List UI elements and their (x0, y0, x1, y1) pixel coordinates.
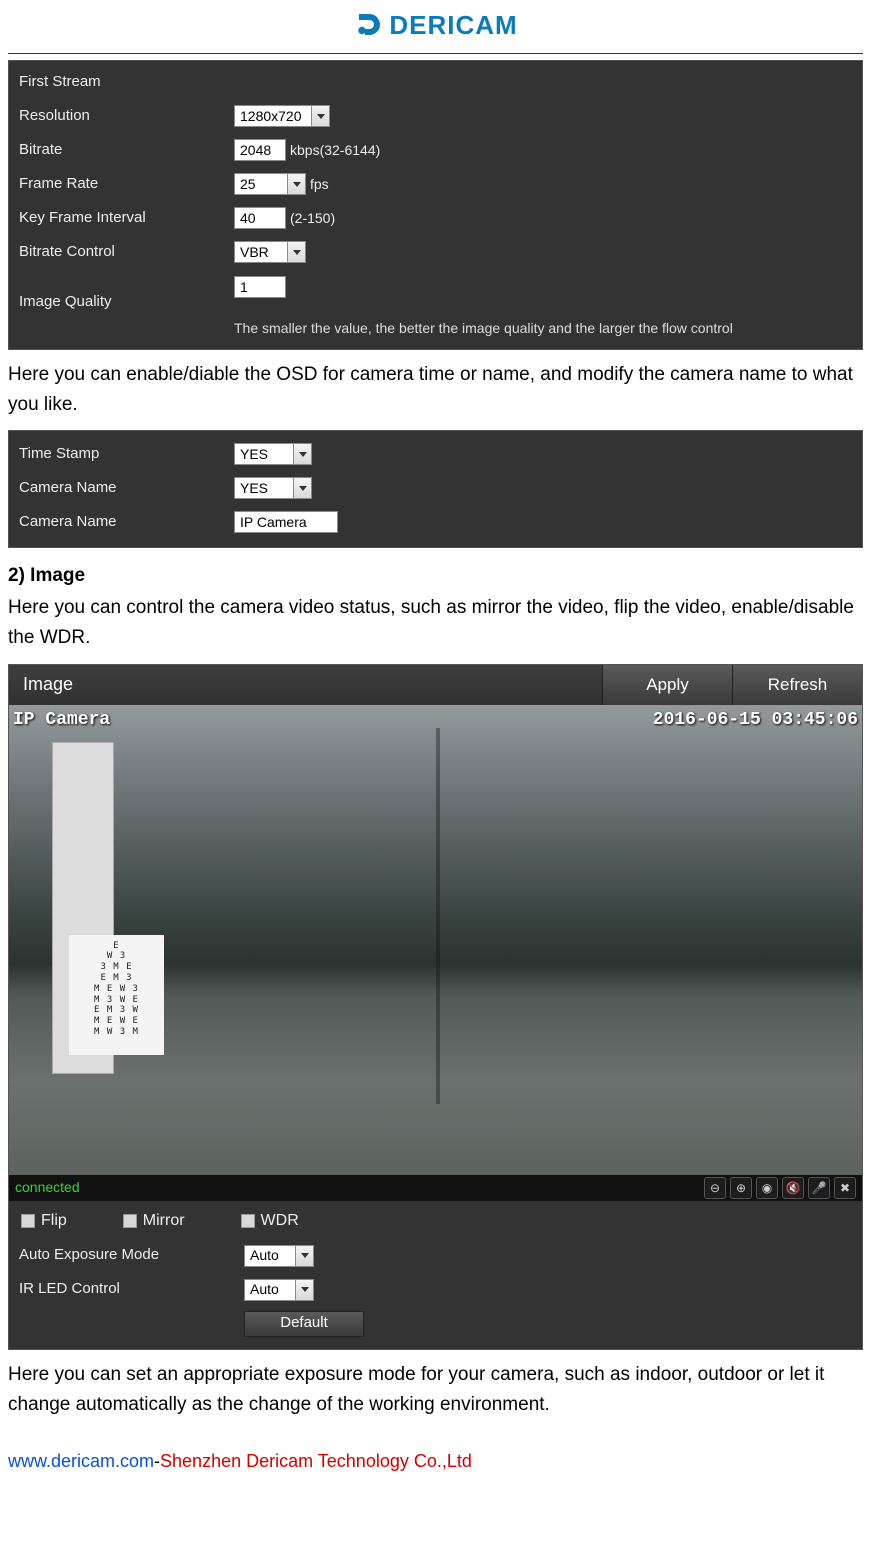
mic-mute-icon[interactable]: 🎤 (808, 1177, 830, 1199)
apply-button[interactable]: Apply (602, 665, 732, 705)
video-preview: E W 3 3 M E E M 3 M E W 3 M 3 W E E M 3 … (9, 705, 862, 1175)
label-ir-led: IR LED Control (19, 1278, 244, 1301)
label-bitrate: Bitrate (19, 139, 234, 162)
row-time-stamp: Time Stamp YES (9, 437, 862, 471)
bitrate-control-select[interactable]: VBR (234, 241, 306, 263)
row-default: Default (9, 1307, 862, 1341)
checkbox-icon (241, 1214, 255, 1228)
section-image-text: Here you can control the camera video st… (8, 593, 863, 654)
chevron-down-icon (287, 174, 305, 194)
settings-icon[interactable]: ✖ (834, 1177, 856, 1199)
key-frame-input[interactable]: 40 (234, 207, 286, 229)
osd-timestamp: 2016-06-15 03:45:06 (653, 707, 858, 734)
image-panel-header: Image Apply Refresh (9, 665, 862, 705)
frame-rate-select[interactable]: 25 (234, 173, 306, 195)
brand-logo: DERICAM (353, 6, 517, 45)
row-resolution: Resolution 1280x720 (9, 99, 862, 133)
label-camera-name-toggle: Camera Name (19, 477, 234, 500)
page-header: DERICAM (8, 0, 863, 54)
camera-name-input[interactable]: IP Camera (234, 511, 338, 533)
label-image-quality: Image Quality (19, 273, 234, 314)
chevron-down-icon (287, 242, 305, 262)
label-resolution: Resolution (19, 105, 234, 128)
checkbox-icon (123, 1214, 137, 1228)
chevron-down-icon (311, 106, 329, 126)
image-panel: Image Apply Refresh E W 3 3 M E E M 3 M … (8, 664, 863, 1350)
exposure-description: Here you can set an appropriate exposure… (8, 1360, 863, 1421)
image-panel-title: Image (23, 671, 73, 698)
label-camera-name-value: Camera Name (19, 511, 234, 534)
exposure-select[interactable]: Auto (244, 1245, 314, 1267)
frame-rate-suffix: fps (310, 174, 329, 195)
chevron-down-icon (293, 478, 311, 498)
row-exposure: Auto Exposure Mode Auto (9, 1239, 862, 1273)
first-stream-title: First Stream (9, 67, 862, 100)
label-frame-rate: Frame Rate (19, 173, 234, 196)
row-frame-rate: Frame Rate 25 fps (9, 167, 862, 201)
row-key-frame: Key Frame Interval 40 (2-150) (9, 201, 862, 235)
chevron-down-icon (293, 444, 311, 464)
wdr-checkbox[interactable]: WDR (241, 1209, 299, 1233)
logo-mark-icon (353, 11, 383, 41)
footer-link[interactable]: www.dericam.com (8, 1451, 154, 1471)
row-bitrate-control: Bitrate Control VBR (9, 235, 862, 269)
ir-led-select[interactable]: Auto (244, 1279, 314, 1301)
label-bitrate-control: Bitrate Control (19, 241, 234, 264)
resolution-select[interactable]: 1280x720 (234, 105, 330, 127)
osd-panel: Time Stamp YES Camera Name YES Camera Na… (8, 430, 863, 548)
refresh-button[interactable]: Refresh (732, 665, 862, 705)
connection-status: connected (15, 1177, 80, 1198)
footer-company: Shenzhen Dericam Technology Co.,Ltd (160, 1451, 472, 1471)
key-frame-suffix: (2-150) (290, 208, 335, 229)
record-icon[interactable]: ◉ (756, 1177, 778, 1199)
camera-name-toggle-select[interactable]: YES (234, 477, 312, 499)
page-footer: www.dericam.com-Shenzhen Dericam Technol… (8, 1448, 863, 1475)
row-ir-led: IR LED Control Auto (9, 1273, 862, 1307)
brand-name: DERICAM (389, 6, 517, 45)
row-camera-name-value: Camera Name IP Camera (9, 505, 862, 539)
osd-camera-name: IP Camera (13, 707, 110, 734)
mirror-checkbox[interactable]: Mirror (123, 1209, 185, 1233)
image-quality-input[interactable]: 1 (234, 276, 286, 298)
chevron-down-icon (295, 1246, 313, 1266)
default-button[interactable]: Default (244, 1311, 364, 1337)
first-stream-panel: First Stream Resolution 1280x720 Bitrate… (8, 60, 863, 350)
flip-checkbox[interactable]: Flip (21, 1209, 67, 1233)
zoom-in-icon[interactable]: ⊕ (730, 1177, 752, 1199)
image-checkbox-row: Flip Mirror WDR (9, 1201, 862, 1239)
time-stamp-select[interactable]: YES (234, 443, 312, 465)
zoom-out-icon[interactable]: ⊖ (704, 1177, 726, 1199)
osd-description: Here you can enable/diable the OSD for c… (8, 360, 863, 421)
chevron-down-icon (295, 1280, 313, 1300)
label-exposure: Auto Exposure Mode (19, 1244, 244, 1267)
section-image-heading: 2) Image (8, 562, 863, 591)
checkbox-icon (21, 1214, 35, 1228)
row-image-quality: Image Quality 1 (9, 269, 862, 318)
label-key-frame: Key Frame Interval (19, 207, 234, 230)
video-status-bar: connected ⊖ ⊕ ◉ 🔇 🎤 ✖ (9, 1175, 862, 1201)
row-camera-name-toggle: Camera Name YES (9, 471, 862, 505)
eye-chart-icon: E W 3 3 M E E M 3 M E W 3 M 3 W E E M 3 … (69, 935, 164, 1055)
image-quality-note: The smaller the value, the better the im… (9, 318, 862, 341)
speaker-mute-icon[interactable]: 🔇 (782, 1177, 804, 1199)
label-time-stamp: Time Stamp (19, 443, 234, 466)
bitrate-suffix: kbps(32-6144) (290, 140, 380, 161)
bitrate-input[interactable]: 2048 (234, 139, 286, 161)
row-bitrate: Bitrate 2048 kbps(32-6144) (9, 133, 862, 167)
